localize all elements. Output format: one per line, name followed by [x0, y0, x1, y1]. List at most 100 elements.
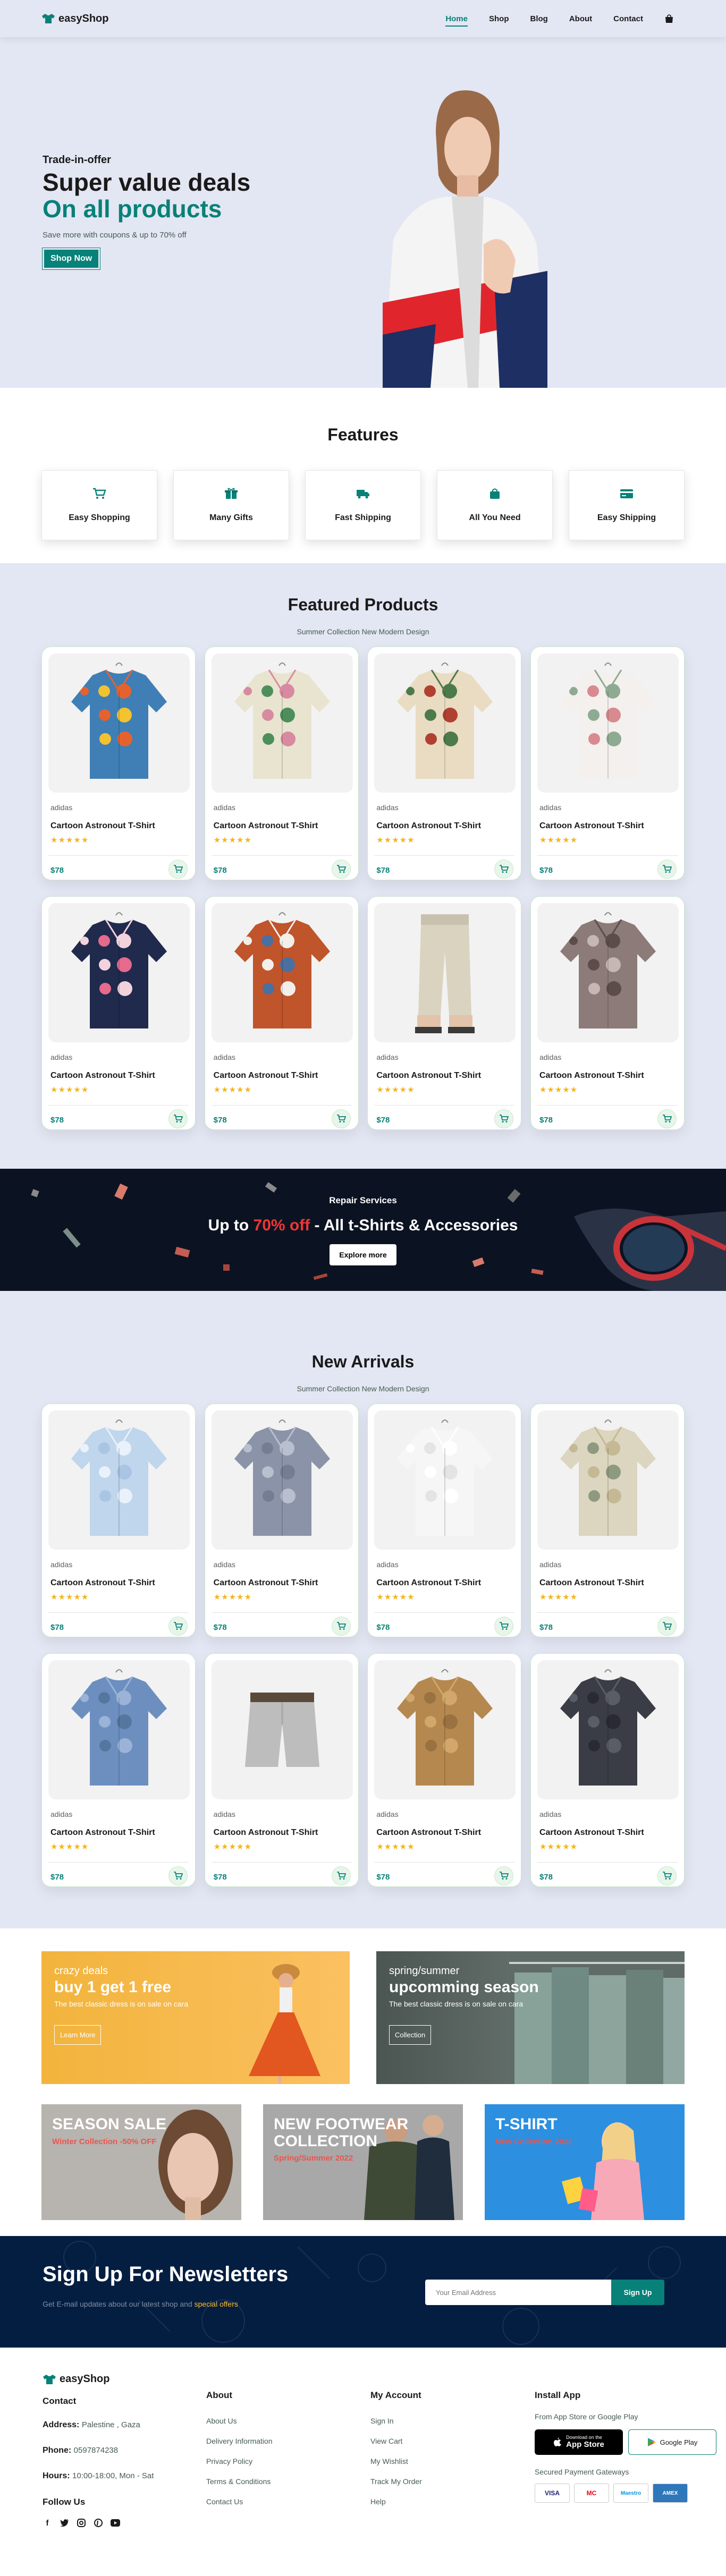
footer-link[interactable]: Delivery Information [206, 2437, 273, 2445]
add-to-cart-button[interactable] [168, 1866, 188, 1885]
nav-shop[interactable]: Shop [489, 14, 509, 23]
product-image-frame [48, 1660, 190, 1799]
google-play-button[interactable]: Google Play [628, 2429, 716, 2455]
product-card[interactable]: adidas Cartoon Astronout T-Shirt ★★★★★ $… [367, 1653, 522, 1887]
twitter-icon[interactable] [60, 2518, 69, 2528]
footer-link[interactable]: Sign In [370, 2417, 422, 2425]
nav-contact[interactable]: Contact [613, 14, 643, 23]
product-card[interactable]: adidas Cartoon Astronout T-Shirt ★★★★★ $… [530, 1404, 685, 1637]
product-card[interactable]: adidas Cartoon Astronout T-Shirt ★★★★★ $… [367, 647, 522, 880]
product-image-frame [211, 653, 353, 793]
footer-link[interactable]: My Wishlist [370, 2457, 422, 2466]
email-input[interactable] [425, 2280, 611, 2305]
product-price: $78 [213, 866, 227, 875]
facebook-icon[interactable]: f [43, 2518, 52, 2528]
add-to-cart-button[interactable] [168, 860, 188, 879]
app-store-button[interactable]: Download on the App Store [535, 2429, 623, 2455]
app-store-buttons: Download on the App Store Google Play [535, 2429, 716, 2455]
nav-about[interactable]: About [569, 14, 592, 23]
product-image [415, 914, 475, 1033]
footer-account-title: My Account [370, 2390, 421, 2400]
feature-many-gifts[interactable]: Many Gifts [173, 470, 289, 540]
product-brand: adidas [50, 803, 73, 812]
nav-home[interactable]: Home [445, 14, 468, 27]
add-to-cart-button[interactable] [331, 860, 351, 879]
collection-button[interactable]: Collection [389, 2025, 432, 2045]
shopping-bag-icon[interactable] [664, 14, 674, 23]
product-card[interactable]: adidas Cartoon Astronout T-Shirt ★★★★★ $… [367, 1404, 522, 1637]
add-to-cart-button[interactable] [494, 1617, 514, 1636]
promo-eyebrow: spring/summer [389, 1965, 460, 1977]
product-card[interactable]: adidas Cartoon Astronout T-Shirt ★★★★★ $… [530, 896, 685, 1130]
add-to-cart-button[interactable] [494, 1109, 514, 1128]
logo[interactable]: easyShop [41, 13, 108, 25]
product-price: $78 [539, 866, 553, 875]
footer-link[interactable]: Track My Order [370, 2477, 422, 2486]
product-image-frame [211, 1410, 353, 1550]
shop-now-button[interactable]: Shop Now [41, 248, 101, 270]
feature-easy-shopping[interactable]: Easy Shopping [41, 470, 157, 540]
feature-fast-shipping[interactable]: Fast Shipping [305, 470, 421, 540]
product-card[interactable]: adidas Cartoon Astronout T-Shirt ★★★★★ $… [41, 1653, 196, 1887]
product-card[interactable]: adidas Cartoon Astronout T-Shirt ★★★★★ $… [204, 896, 359, 1130]
cart-icon [336, 1622, 346, 1630]
add-to-cart-button[interactable] [331, 1617, 351, 1636]
product-card[interactable]: adidas Cartoon Astronout T-Shirt ★★★★★ $… [530, 1653, 685, 1887]
feature-all-you-need[interactable]: All You Need [437, 470, 553, 540]
promo-new-footwear: NEW FOOTWEAR COLLECTION Spring/Summer 20… [263, 2104, 463, 2220]
product-price: $78 [539, 1623, 553, 1632]
pinterest-icon[interactable] [94, 2518, 103, 2528]
product-card[interactable]: adidas Cartoon Astronout T-Shirt ★★★★★ $… [41, 647, 196, 880]
tshirt-logo-icon [43, 2374, 56, 2384]
rating-stars: ★★★★★ [376, 835, 514, 845]
footer-link[interactable]: Privacy Policy [206, 2457, 273, 2466]
star-icon: ★ [65, 1842, 74, 1851]
explore-more-button[interactable]: Explore more [330, 1244, 396, 1265]
feature-easy-shipping[interactable]: Easy Shipping [569, 470, 685, 540]
product-card[interactable]: adidas Cartoon Astronout T-Shirt ★★★★★ $… [204, 647, 359, 880]
add-to-cart-button[interactable] [168, 1617, 188, 1636]
nav-blog[interactable]: Blog [530, 14, 548, 23]
footer-link[interactable]: About Us [206, 2417, 273, 2425]
product-card[interactable]: adidas Cartoon Astronout T-Shirt ★★★★★ $… [204, 1653, 359, 1887]
product-image [244, 1693, 319, 1767]
promo-row-small: SEASON SALE Winter Collection -50% OFF N… [41, 2104, 685, 2220]
add-to-cart-button[interactable] [494, 860, 514, 879]
add-to-cart-button[interactable] [657, 860, 677, 879]
youtube-icon[interactable] [111, 2518, 120, 2528]
footer-logo[interactable]: easyShop [43, 2373, 154, 2385]
cart-icon [662, 1622, 672, 1630]
product-card[interactable]: adidas Cartoon Astronout T-Shirt ★★★★★ $… [204, 1404, 359, 1637]
product-image [71, 1419, 167, 1536]
footer-link[interactable]: Terms & Conditions [206, 2477, 273, 2486]
product-card[interactable]: adidas Cartoon Astronout T-Shirt ★★★★★ $… [530, 647, 685, 880]
rating-stars: ★★★★★ [376, 1842, 514, 1851]
add-to-cart-button[interactable] [331, 1866, 351, 1885]
product-brand: adidas [50, 1810, 73, 1818]
add-to-cart-button[interactable] [494, 1866, 514, 1885]
cart-icon [662, 865, 672, 873]
payment-text: Secured Payment Gateways [535, 2468, 629, 2476]
learn-more-button[interactable]: Learn More [54, 2025, 102, 2045]
add-to-cart-button[interactable] [657, 1617, 677, 1636]
featured-title: Featured Products [288, 595, 438, 614]
product-image-frame [48, 653, 190, 793]
add-to-cart-button[interactable] [657, 1866, 677, 1885]
footer-link[interactable]: Help [370, 2497, 422, 2506]
add-to-cart-button[interactable] [657, 1109, 677, 1128]
sign-up-button[interactable]: Sign Up [611, 2280, 664, 2305]
star-icon: ★ [221, 1593, 229, 1602]
address-value: Palestine , Gaza [81, 2420, 140, 2429]
add-to-cart-button[interactable] [331, 1109, 351, 1128]
star-icon: ★ [213, 1842, 222, 1851]
product-card[interactable]: adidas Cartoon Astronout T-Shirt ★★★★★ $… [367, 896, 522, 1130]
card-divider [48, 855, 189, 856]
promo-tshirt: T-SHIRT New Collection 2022 [485, 2104, 685, 2220]
product-card[interactable]: adidas Cartoon Astronout T-Shirt ★★★★★ $… [41, 896, 196, 1130]
footer-link[interactable]: View Cart [370, 2437, 422, 2445]
instagram-icon[interactable] [77, 2518, 86, 2528]
product-brand: adidas [376, 803, 399, 812]
product-card[interactable]: adidas Cartoon Astronout T-Shirt ★★★★★ $… [41, 1404, 196, 1637]
add-to-cart-button[interactable] [168, 1109, 188, 1128]
footer-link[interactable]: Contact Us [206, 2497, 273, 2506]
